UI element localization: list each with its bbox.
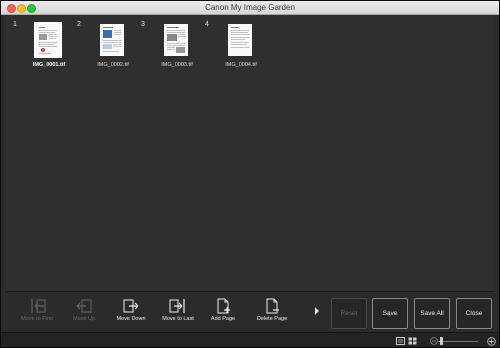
page-preview-image — [164, 24, 188, 56]
single-view-icon[interactable] — [396, 337, 405, 345]
move-up-label: Move Up — [72, 316, 95, 322]
add-page-label: Add Page — [210, 316, 236, 322]
page-number: 2 — [77, 21, 81, 28]
reset-button[interactable]: Reset — [331, 298, 367, 329]
zoom-slider-handle[interactable] — [440, 337, 443, 345]
page-preview-image — [100, 24, 124, 56]
move-up-button[interactable]: Move Up — [58, 292, 110, 332]
page-thumbnail[interactable]: 4 IMG_0004.tif — [205, 19, 266, 71]
close-button[interactable]: Close — [456, 298, 492, 329]
move-to-first-icon — [31, 299, 46, 313]
move-to-first-button[interactable]: Move to First — [11, 292, 63, 332]
add-page-button[interactable]: Add Page — [197, 292, 249, 332]
save-button[interactable]: Save — [372, 298, 408, 329]
title-bar: Canon My Image Garden — [1, 1, 499, 15]
move-down-button[interactable]: Move Down — [105, 292, 157, 332]
bottom-toolbar: Move to First Move Up Move Down Move to … — [6, 291, 494, 332]
page-preview-image — [228, 24, 252, 56]
move-up-icon — [76, 299, 92, 313]
page-number: 1 — [13, 21, 17, 28]
page-filename: IMG_0001.tif — [32, 62, 66, 68]
page-number: 4 — [205, 21, 209, 28]
page-thumbnail[interactable]: 3 IMG_0003.tif — [141, 19, 202, 71]
page-thumbnail-area: 1 IMG_0001.tif 2 IMG_0002.tif 3 IMG_0003… — [6, 15, 494, 291]
delete-page-label: Delete Page — [256, 316, 288, 322]
app-window: Canon My Image Garden 1 IMG_0001.tif 2 I… — [0, 0, 500, 348]
move-to-first-label: Move to First — [21, 316, 53, 322]
page-filename: IMG_0003.tif — [161, 62, 193, 68]
page-filename: IMG_0004.tif — [225, 62, 257, 68]
delete-page-icon — [266, 298, 279, 314]
zoom-slider-track[interactable] — [438, 341, 478, 342]
page-number: 3 — [141, 21, 145, 28]
status-bar — [1, 332, 499, 347]
move-to-last-icon — [169, 299, 185, 313]
page-thumbnail[interactable]: 1 IMG_0001.tif — [13, 19, 74, 71]
page-preview-image — [36, 24, 60, 56]
zoom-out-icon[interactable] — [430, 337, 438, 345]
move-down-icon — [123, 299, 139, 313]
window-title: Canon My Image Garden — [205, 3, 295, 12]
save-all-button[interactable]: Save All — [414, 298, 450, 329]
zoom-in-icon[interactable] — [487, 337, 496, 346]
add-page-icon — [217, 298, 230, 314]
delete-page-button[interactable]: Delete Page — [246, 292, 298, 332]
page-filename: IMG_0002.tif — [97, 62, 129, 68]
page-thumbnail[interactable]: 2 IMG_0002.tif — [77, 19, 138, 71]
chevron-right-icon[interactable] — [313, 306, 321, 316]
move-down-label: Move Down — [116, 316, 146, 322]
grid-view-icon[interactable] — [408, 337, 417, 345]
